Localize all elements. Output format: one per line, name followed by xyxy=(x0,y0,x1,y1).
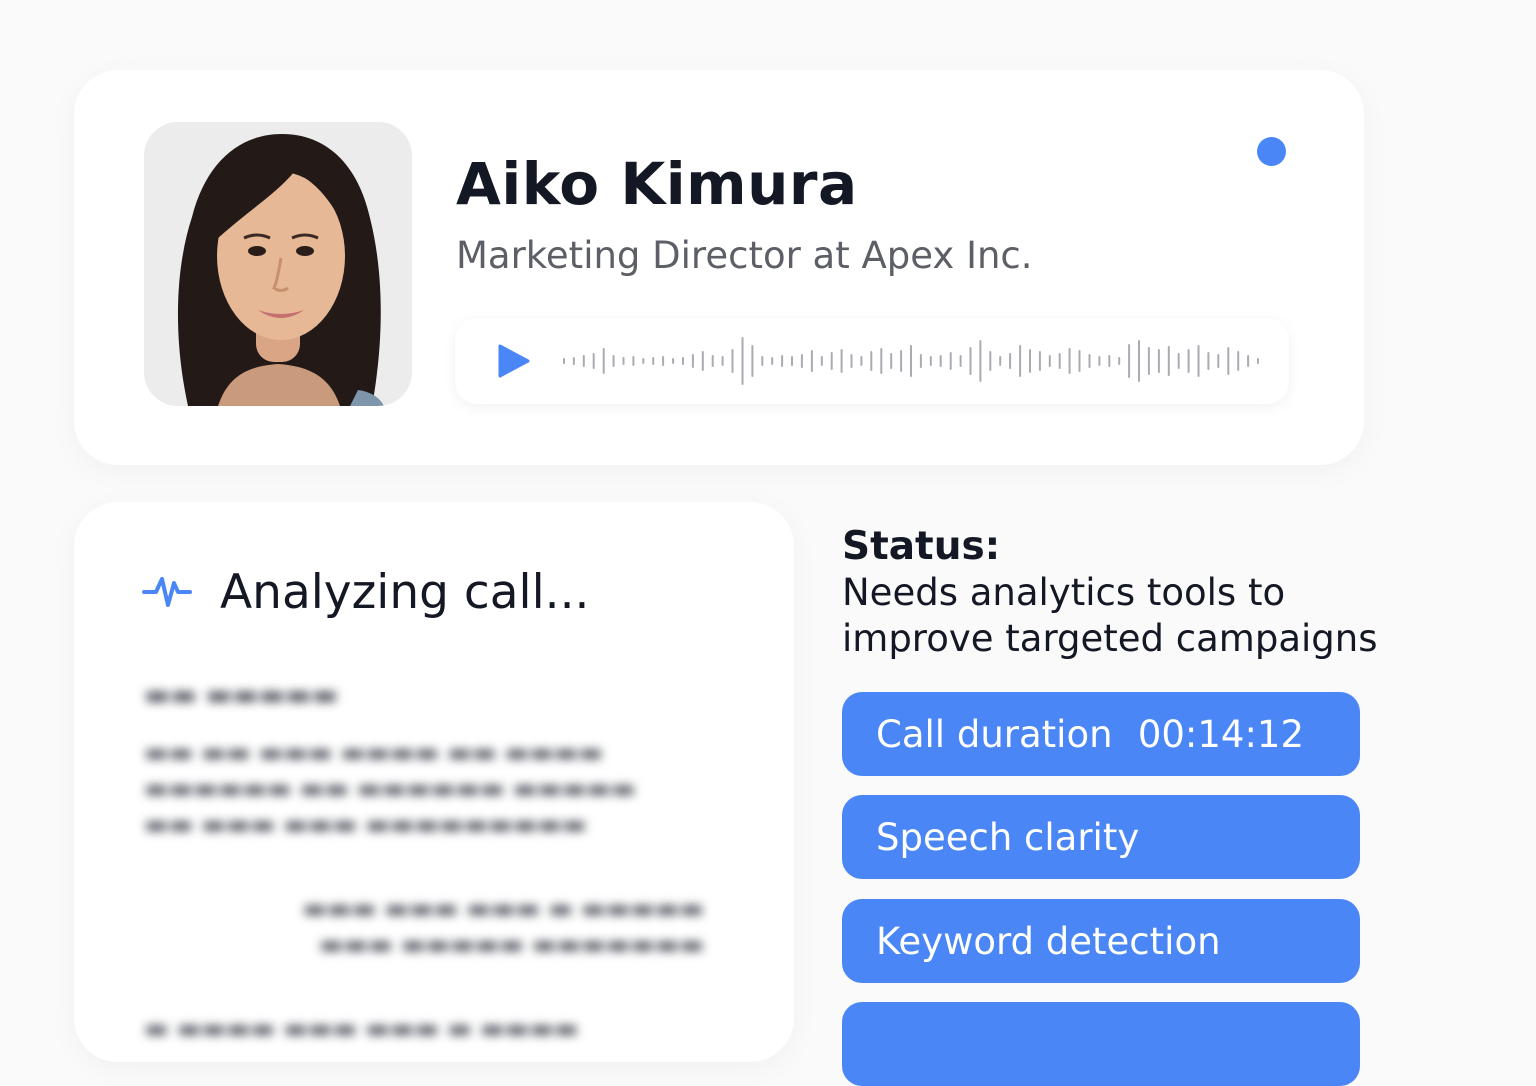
pulse-icon xyxy=(142,577,192,607)
contact-role: Marketing Director at Apex Inc. xyxy=(456,234,1033,277)
metric-speech-clarity[interactable]: Speech clarity xyxy=(842,795,1360,879)
audio-waveform[interactable] xyxy=(561,334,1261,388)
metric-value: 00:14:12 xyxy=(1137,712,1304,756)
portrait-photo xyxy=(144,122,412,406)
audio-player xyxy=(455,318,1289,404)
metric-keyword-detection[interactable]: Keyword detection xyxy=(842,899,1360,983)
analyzing-header: Analyzing call... xyxy=(142,564,589,620)
metric-label: Speech clarity xyxy=(876,815,1140,859)
status-text: Needs analytics tools to improve targete… xyxy=(842,571,1378,660)
analyzing-title: Analyzing call... xyxy=(220,564,590,620)
avatar xyxy=(144,122,412,406)
play-icon xyxy=(498,344,530,378)
metric-call-duration[interactable]: Call duration 00:14:12 xyxy=(842,692,1360,776)
metric-label: Call duration xyxy=(876,712,1113,756)
status-label: Status: xyxy=(842,524,1001,569)
blurred-transcript: ▬▬ ▬▬▬▬▬ ▬▬ ▬▬ ▬▬▬ ▬▬▬▬ ▬▬ ▬▬▬▬ ▬▬▬▬▬▬ ▬… xyxy=(144,678,704,1044)
profile-card: Aiko Kimura Marketing Director at Apex I… xyxy=(74,70,1364,465)
presence-indicator xyxy=(1257,137,1286,166)
play-button[interactable] xyxy=(497,343,531,379)
metric-label: Keyword detection xyxy=(876,919,1221,963)
metric-partial[interactable] xyxy=(842,1002,1360,1086)
analysis-card: Analyzing call... ▬▬ ▬▬▬▬▬ ▬▬ ▬▬ ▬▬▬ ▬▬▬… xyxy=(74,502,794,1062)
contact-name: Aiko Kimura xyxy=(456,150,858,218)
status-block: Status: Needs analytics tools to improve… xyxy=(842,524,1402,662)
